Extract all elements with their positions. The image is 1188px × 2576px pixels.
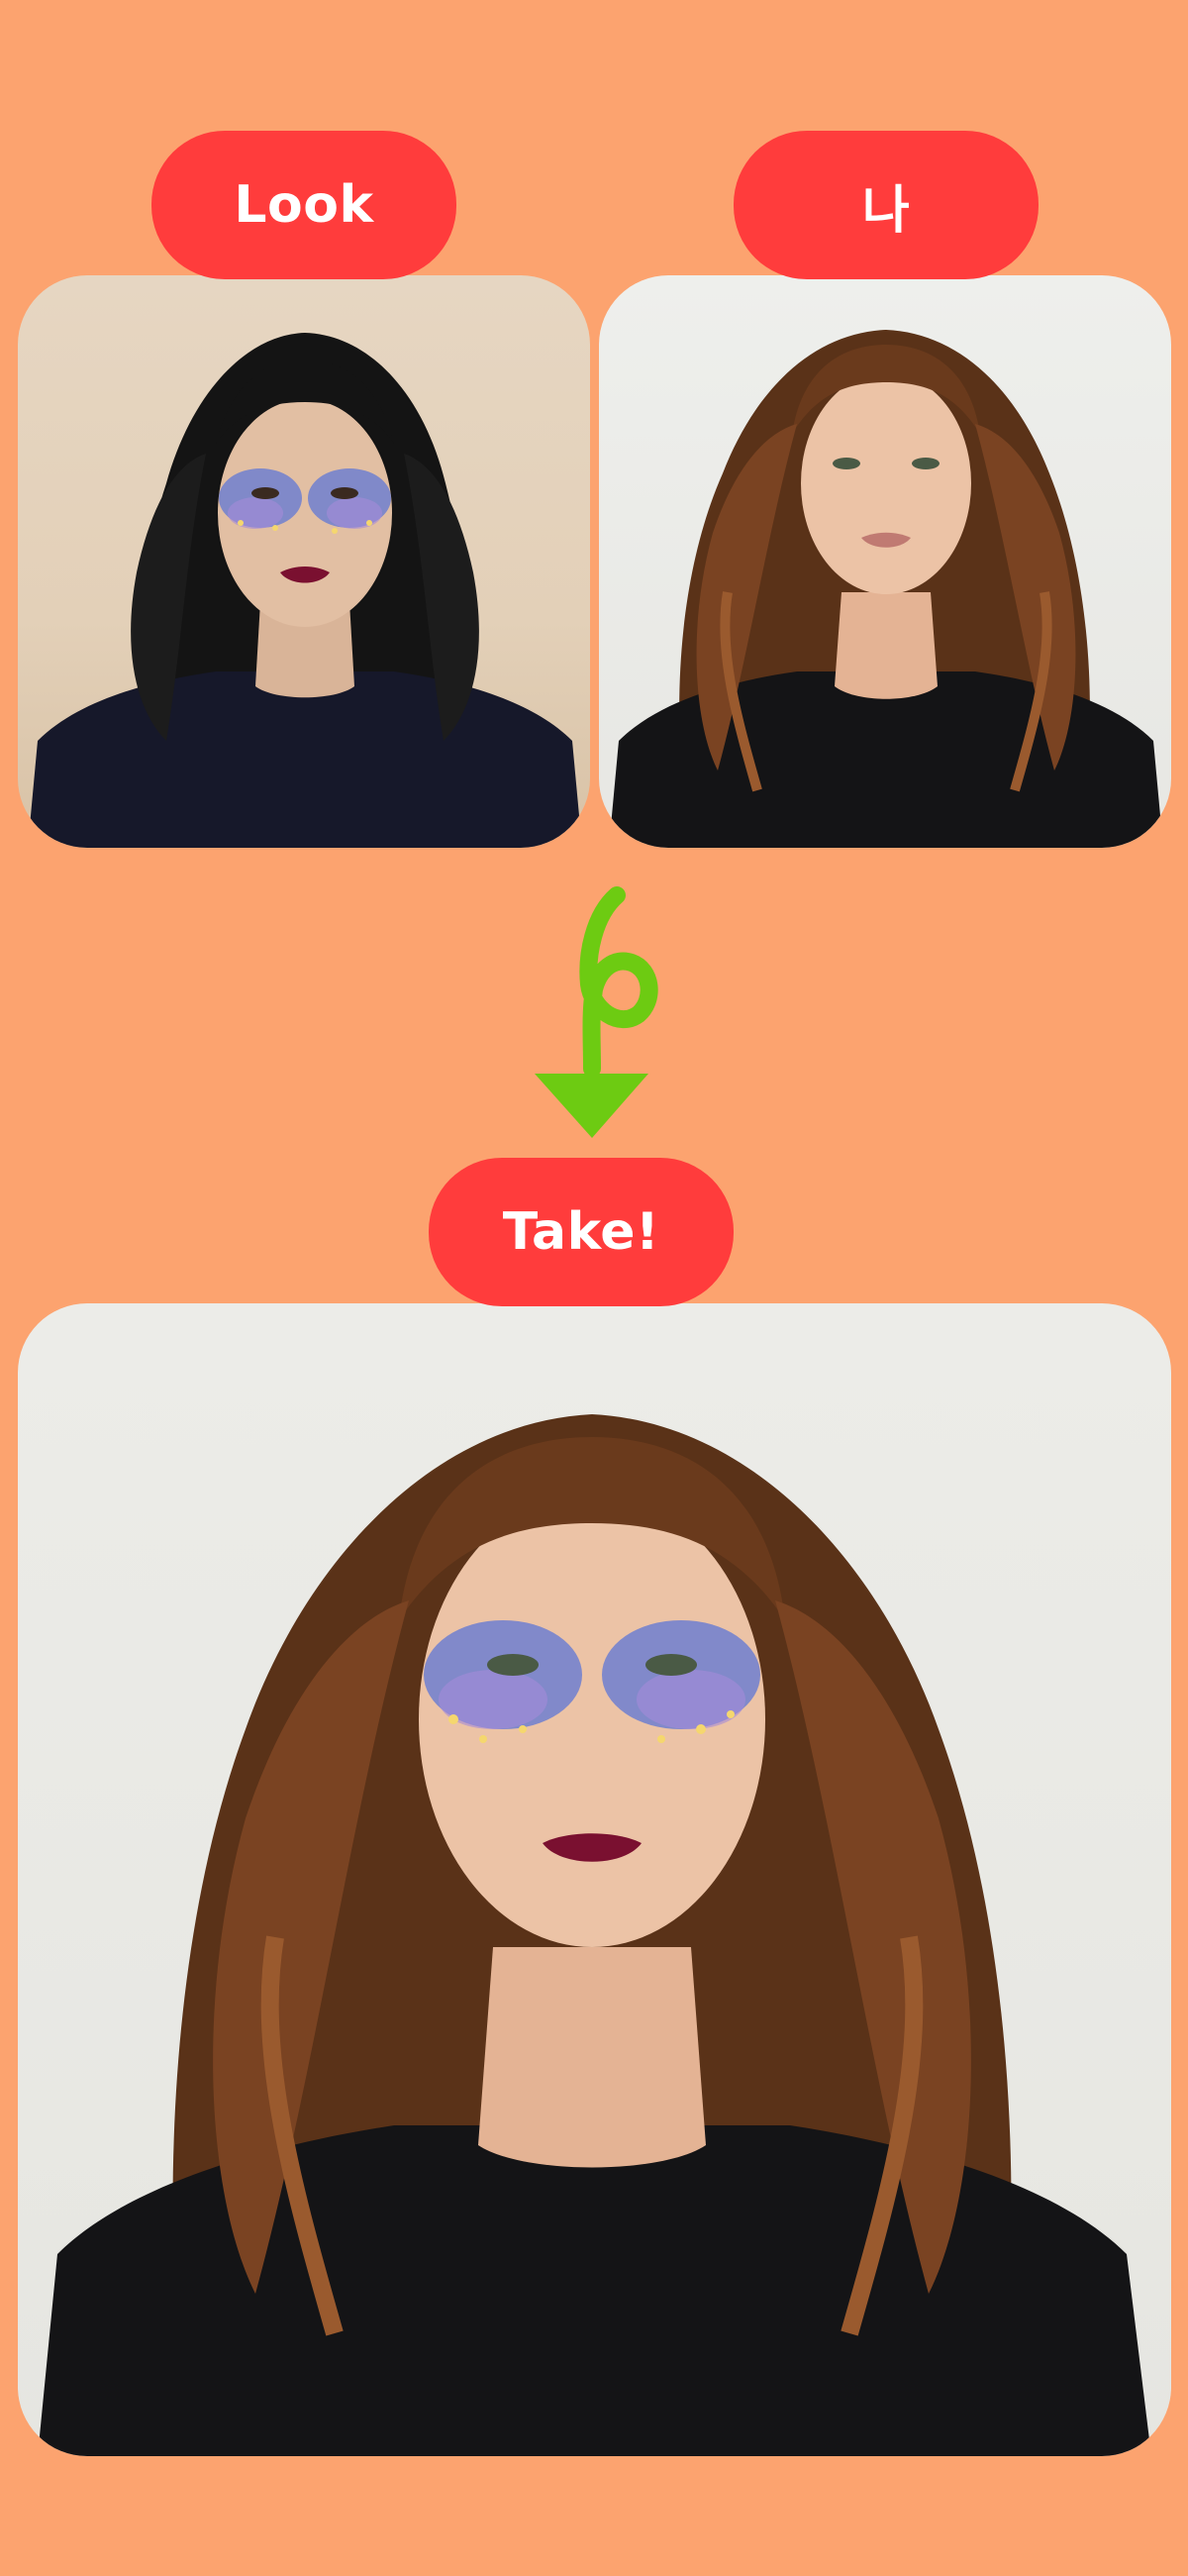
me-photo	[599, 275, 1171, 848]
me-label: 나	[734, 131, 1039, 279]
me-portrait-image	[609, 330, 1163, 848]
result-photo	[18, 1303, 1171, 2456]
look-photo	[18, 275, 590, 848]
look-label: Look	[151, 131, 456, 279]
hand-drawn-down-arrow-icon	[535, 886, 658, 1138]
look-portrait-image	[28, 333, 582, 848]
result-portrait-image	[38, 1414, 1151, 2456]
take-label: Take!	[429, 1158, 734, 1306]
